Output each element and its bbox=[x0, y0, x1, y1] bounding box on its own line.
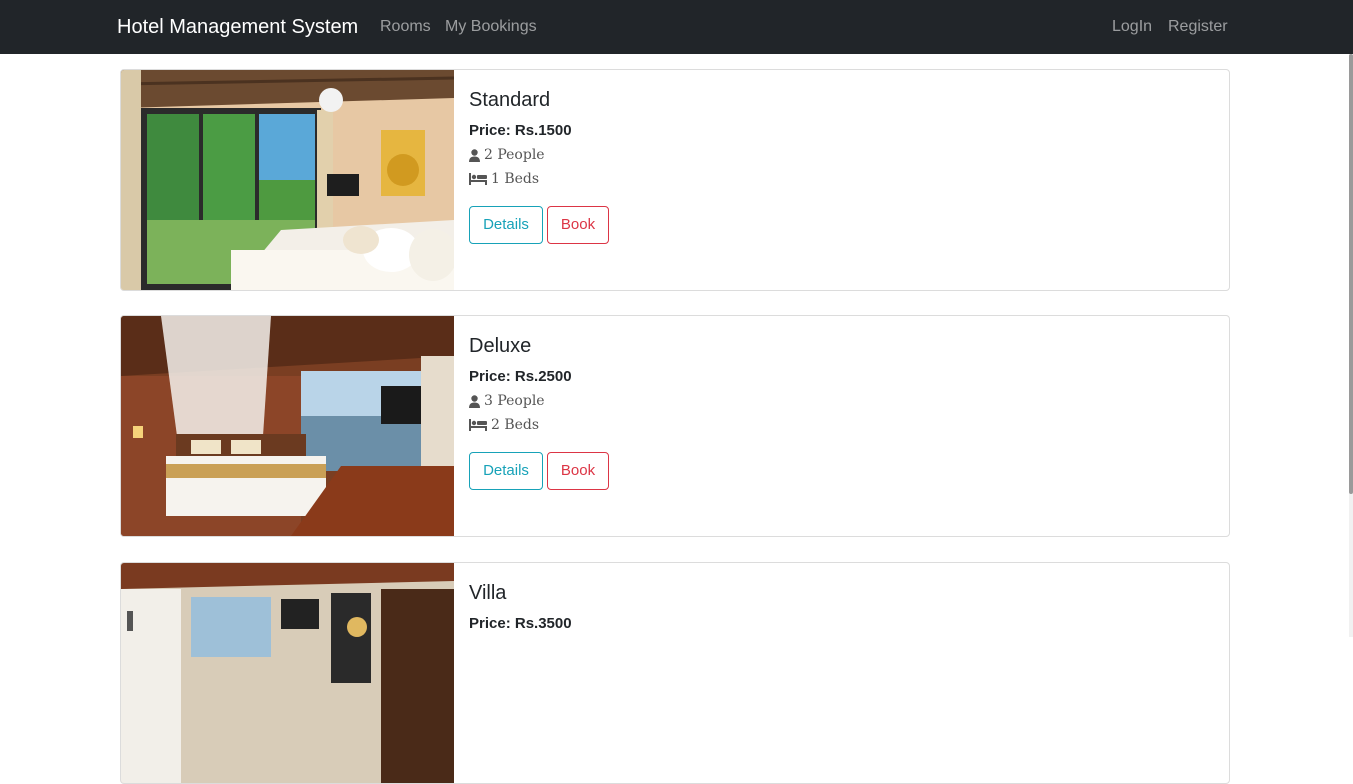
nav-link-register[interactable]: Register bbox=[1168, 17, 1228, 37]
room-price: Price: Rs.2500 bbox=[469, 368, 572, 385]
user-icon bbox=[469, 148, 480, 162]
room-beds: 2 Beds bbox=[469, 415, 539, 435]
details-button[interactable]: Details bbox=[469, 206, 543, 244]
room-people: 2 People bbox=[469, 145, 545, 165]
room-card-standard: Standard Price: Rs.1500 2 People 1 Beds … bbox=[120, 69, 1230, 291]
room-title: Standard bbox=[469, 89, 551, 111]
book-button[interactable]: Book bbox=[547, 452, 609, 490]
room-image-villa bbox=[121, 563, 454, 783]
page-scrollbar[interactable] bbox=[1349, 54, 1353, 637]
room-beds-text: 2 Beds bbox=[491, 417, 540, 433]
navbar: Hotel Management System Rooms My Booking… bbox=[0, 0, 1353, 54]
room-people-text: 2 People bbox=[484, 147, 545, 163]
nav-link-rooms[interactable]: Rooms bbox=[380, 17, 431, 37]
room-image-standard bbox=[121, 70, 454, 290]
brand-link[interactable]: Hotel Management System bbox=[117, 14, 358, 40]
room-beds: 1 Beds bbox=[469, 169, 539, 189]
details-button[interactable]: Details bbox=[469, 452, 543, 490]
scrollbar-thumb[interactable] bbox=[1349, 54, 1353, 494]
user-icon bbox=[469, 394, 480, 408]
room-title: Deluxe bbox=[469, 335, 532, 357]
room-title: Villa bbox=[469, 582, 507, 604]
book-button[interactable]: Book bbox=[547, 206, 609, 244]
bed-icon bbox=[469, 419, 487, 431]
room-price: Price: Rs.1500 bbox=[469, 122, 572, 139]
room-beds-text: 1 Beds bbox=[491, 171, 540, 187]
room-price: Price: Rs.3500 bbox=[469, 615, 572, 632]
room-people-text: 3 People bbox=[484, 393, 545, 409]
bed-icon bbox=[469, 173, 487, 185]
nav-link-login[interactable]: LogIn bbox=[1112, 17, 1152, 37]
room-people: 3 People bbox=[469, 391, 545, 411]
room-card-villa: Villa Price: Rs.3500 bbox=[120, 562, 1230, 784]
nav-link-my-bookings[interactable]: My Bookings bbox=[445, 17, 537, 37]
room-card-deluxe: Deluxe Price: Rs.2500 3 People 2 Beds De… bbox=[120, 315, 1230, 537]
room-image-deluxe bbox=[121, 316, 454, 536]
